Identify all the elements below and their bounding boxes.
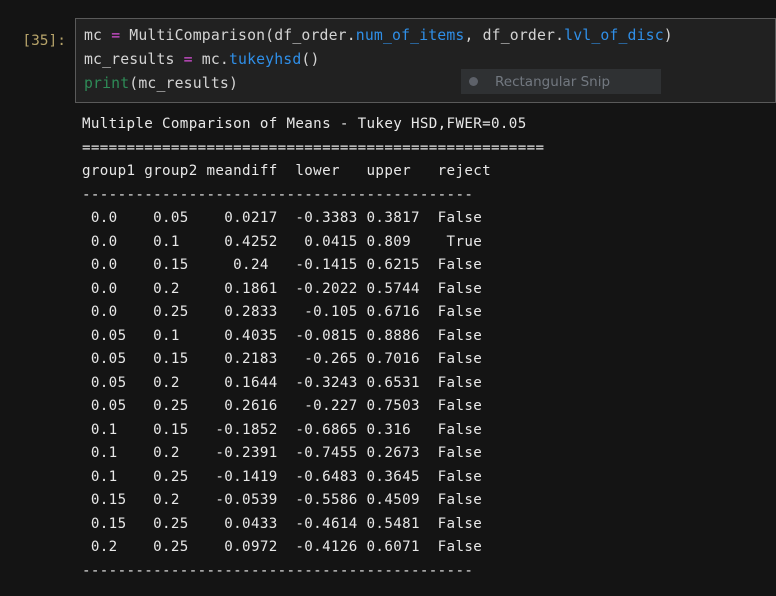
code-editor[interactable]: mc = MultiComparison(df_order.num_of_ite… — [75, 18, 776, 103]
notebook-cell-view: [35]: mc = MultiComparison(df_order.num_… — [0, 0, 776, 596]
code-token: print — [84, 75, 130, 92]
code-line[interactable]: mc_results = mc.tukeyhsd() — [84, 48, 775, 72]
output-rule-bottom: ----------------------------------------… — [82, 562, 474, 579]
code-token: num_of_items — [355, 27, 465, 44]
output-table-row: 0.0 0.1 0.4252 0.0415 0.809 True — [82, 233, 492, 250]
input-cell-row: [35]: mc = MultiComparison(df_order.num_… — [0, 18, 776, 103]
code-token: , df_order. — [464, 27, 565, 44]
output-table-header: group1 group2 meandiff lower upper rejec… — [82, 163, 492, 179]
output-table-row: 0.0 0.05 0.0217 -0.3383 0.3817 False — [82, 210, 492, 226]
code-token: (mc_results) — [129, 75, 238, 92]
code-token: tukeyhsd — [228, 51, 302, 68]
output-table-row: 0.1 0.2 -0.2391 -0.7455 0.2673 False — [82, 445, 492, 461]
code-token: = — [111, 27, 121, 44]
output-table-row: 0.05 0.25 0.2616 -0.227 0.7503 False — [82, 398, 492, 414]
output-table-row: 0.0 0.25 0.2833 -0.105 0.6716 False — [82, 304, 492, 320]
output-table-row: 0.05 0.2 0.1644 -0.3243 0.6531 False — [82, 374, 492, 391]
output-table-row: 0.15 0.2 -0.0539 -0.5586 0.4509 False — [82, 492, 492, 508]
output-table-row: 0.0 0.2 0.1861 -0.2022 0.5744 False — [82, 280, 492, 297]
output-table-row: 0.1 0.15 -0.1852 -0.6865 0.316 False — [82, 421, 492, 438]
output-table-row: 0.0 0.15 0.24 -0.1415 0.6215 False — [82, 257, 492, 273]
code-token: () — [301, 51, 320, 68]
output-table-row: 0.05 0.15 0.2183 -0.265 0.7016 False — [82, 351, 492, 367]
code-line[interactable]: print(mc_results) — [84, 72, 775, 96]
code-token: mc — [84, 27, 112, 44]
execution-count-prompt: [35]: — [22, 33, 66, 49]
code-lines-container[interactable]: mc = MultiComparison(df_order.num_of_ite… — [84, 24, 775, 96]
code-token: MultiComparison(df_order. — [120, 27, 356, 44]
output-table-row: 0.15 0.25 0.0433 -0.4614 0.5481 False — [82, 515, 492, 532]
output-table-row: 0.1 0.25 -0.1419 -0.6483 0.3645 False — [82, 468, 492, 485]
output-table-row: 0.05 0.1 0.4035 -0.0815 0.8886 False — [82, 327, 492, 344]
output-rule-header: ----------------------------------------… — [82, 186, 474, 203]
output-cell-row: Multiple Comparison of Means - Tukey HSD… — [0, 113, 776, 583]
output-title: Multiple Comparison of Means - Tukey HSD… — [82, 116, 527, 132]
output-table-row: 0.2 0.25 0.0972 -0.4126 0.6071 False — [82, 539, 492, 555]
code-token: = — [183, 51, 193, 68]
code-token: ) — [663, 27, 673, 44]
output-table-rows: 0.0 0.05 0.0217 -0.3383 0.3817 False 0.0… — [82, 207, 776, 560]
code-line[interactable]: mc = MultiComparison(df_order.num_of_ite… — [84, 24, 775, 48]
code-token: mc. — [192, 51, 229, 68]
stdout-output: Multiple Comparison of Means - Tukey HSD… — [75, 113, 776, 583]
code-token: mc_results — [84, 51, 184, 68]
code-token: lvl_of_disc — [564, 27, 664, 44]
output-rule-top: ========================================… — [82, 139, 545, 156]
